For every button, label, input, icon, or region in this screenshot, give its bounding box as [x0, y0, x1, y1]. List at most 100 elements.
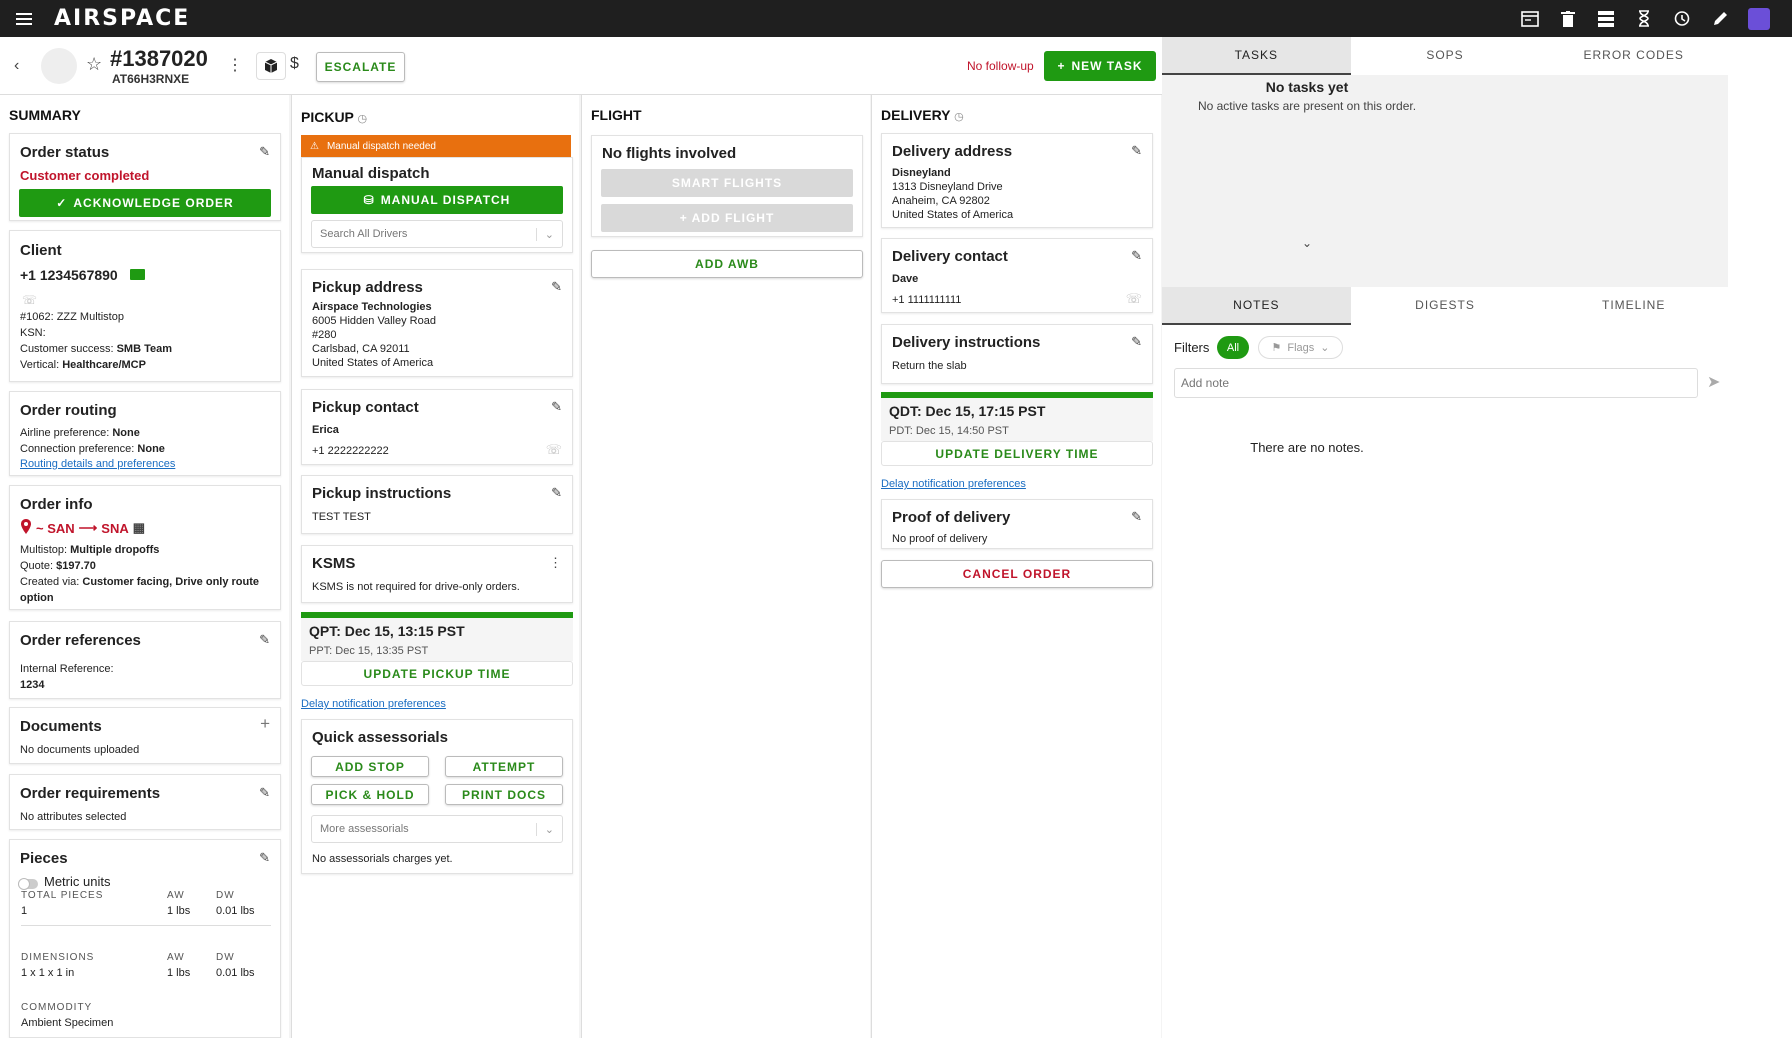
- app-logo[interactable]: AIRSPACE: [54, 6, 190, 31]
- clock-icon[interactable]: ◷: [954, 111, 964, 123]
- documents-card: Documents + No documents uploaded: [9, 707, 281, 764]
- dw-label: DW: [216, 890, 235, 901]
- phone-icon[interactable]: ☏: [1126, 291, 1142, 307]
- star-icon[interactable]: ☆: [86, 54, 102, 75]
- arrow-right-icon: ⟶: [78, 520, 98, 535]
- send-icon[interactable]: ➤: [1707, 372, 1720, 392]
- smart-flights-button[interactable]: SMART FLIGHTS: [601, 169, 853, 197]
- back-icon[interactable]: ‹: [14, 57, 19, 75]
- flags-filter[interactable]: ⚑ Flags ⌄: [1258, 336, 1343, 359]
- delivery-delay-link[interactable]: Delay notification preferences: [881, 477, 1026, 492]
- new-task-label: NEW TASK: [1071, 59, 1143, 73]
- cancel-order-button[interactable]: CANCEL ORDER: [881, 560, 1153, 588]
- update-delivery-time-button[interactable]: UPDATE DELIVERY TIME: [881, 441, 1153, 466]
- pickup-contact-phone[interactable]: +1 2222222222: [312, 444, 389, 459]
- follow-up-status[interactable]: No follow-up: [967, 59, 1034, 73]
- pick-hold-button[interactable]: PICK & HOLD: [311, 784, 429, 805]
- dimensions-label: DIMENSIONS: [21, 952, 95, 963]
- delivery-address-line1: 1313 Disneyland Drive: [892, 181, 1003, 193]
- manual-dispatch-card: Manual dispatch ⛁ MANUAL DISPATCH Search…: [301, 157, 573, 253]
- browser-window-icon[interactable]: [1520, 9, 1539, 28]
- kebab-icon[interactable]: ⋮: [549, 555, 562, 571]
- print-docs-button[interactable]: PRINT DOCS: [445, 784, 563, 805]
- layout-icon[interactable]: [1596, 9, 1615, 28]
- hourglass-icon[interactable]: [1634, 9, 1653, 28]
- tab-error-codes[interactable]: ERROR CODES: [1539, 37, 1728, 75]
- references-title: Order references: [20, 632, 141, 649]
- dollar-icon[interactable]: $: [290, 55, 299, 73]
- delivery-address-title: Delivery address: [892, 143, 1013, 160]
- new-task-button[interactable]: + NEW TASK: [1044, 51, 1156, 81]
- pencil-icon[interactable]: ✎: [551, 399, 562, 415]
- pencil-icon[interactable]: ✎: [551, 279, 562, 295]
- add-note-input[interactable]: [1174, 368, 1698, 398]
- escalate-button[interactable]: ESCALATE: [316, 52, 405, 82]
- pencil-icon[interactable]: ✎: [1131, 334, 1142, 350]
- client-vertical: Vertical: Healthcare/MCP: [20, 358, 146, 373]
- delivery-contact-phone[interactable]: +1 1111111111: [892, 293, 961, 308]
- update-pickup-time-button[interactable]: UPDATE PICKUP TIME: [301, 661, 573, 686]
- more-assessorials-select[interactable]: More assessorials ⌄: [311, 815, 563, 843]
- tab-notes[interactable]: NOTES: [1162, 287, 1351, 325]
- package-icon[interactable]: [256, 52, 286, 80]
- pickup-title: PICKUP ◷: [301, 109, 367, 125]
- pickup-delay-link[interactable]: Delay notification preferences: [301, 697, 446, 712]
- phone-icon[interactable]: ☏: [546, 442, 562, 458]
- dw-value: 0.01 lbs: [216, 905, 255, 917]
- phone-icon[interactable]: ☏: [22, 293, 37, 307]
- history-icon[interactable]: [1672, 9, 1691, 28]
- kebab-icon[interactable]: ⋮: [227, 55, 243, 75]
- metric-units-toggle[interactable]: [18, 878, 38, 890]
- chevron-down-icon[interactable]: ⌄: [1162, 236, 1452, 250]
- client-account-value: #1062: ZZZ Multistop: [20, 311, 124, 323]
- user-avatar[interactable]: [1748, 7, 1770, 30]
- proof-title: Proof of delivery: [892, 509, 1011, 526]
- pencil-icon[interactable]: ✎: [1131, 509, 1142, 525]
- created-via: Created via: Customer facing, Drive only…: [20, 575, 259, 590]
- tab-timeline[interactable]: TIMELINE: [1539, 287, 1728, 325]
- pencil-icon[interactable]: ✎: [259, 632, 270, 648]
- clock-icon[interactable]: ◷: [358, 113, 368, 125]
- pencil-icon[interactable]: [1710, 9, 1729, 28]
- multistop-value: Multiple dropoffs: [70, 544, 160, 556]
- tab-sops[interactable]: SOPS: [1351, 37, 1540, 75]
- pickup-instructions-text: TEST TEST: [312, 511, 371, 523]
- driver-search-placeholder: Search All Drivers: [320, 228, 408, 240]
- driver-search-select[interactable]: Search All Drivers ⌄: [311, 220, 563, 248]
- chevron-down-icon: ⌄: [1320, 342, 1330, 354]
- tab-digests[interactable]: DIGESTS: [1351, 287, 1540, 325]
- pencil-icon[interactable]: ✎: [259, 785, 270, 801]
- pickup-address-title: Pickup address: [312, 279, 423, 296]
- delivery-instructions-text: Return the slab: [892, 360, 967, 372]
- plus-icon[interactable]: +: [260, 714, 270, 734]
- menu-icon[interactable]: [16, 12, 32, 25]
- acknowledge-order-button[interactable]: ✓ ACKNOWLEDGE ORDER: [19, 189, 271, 217]
- routing-details-link[interactable]: Routing details and preferences: [20, 457, 175, 472]
- pencil-icon[interactable]: ✎: [1131, 248, 1142, 264]
- tab-tasks[interactable]: TASKS: [1162, 37, 1351, 75]
- pencil-icon[interactable]: ✎: [1131, 143, 1142, 159]
- flag-icon: ⚑: [1271, 342, 1282, 354]
- quote-value: $197.70: [56, 560, 96, 572]
- pencil-icon[interactable]: ✎: [259, 144, 270, 160]
- pencil-icon[interactable]: ✎: [259, 850, 270, 866]
- order-references-card: Order references ✎ Internal Reference: 1…: [9, 621, 281, 699]
- email-icon[interactable]: [130, 269, 145, 280]
- more-assessorials-placeholder: More assessorials: [320, 823, 409, 835]
- created-label: Created via:: [20, 576, 80, 588]
- client-phone[interactable]: +1 1234567890: [20, 267, 118, 283]
- add-stop-button[interactable]: ADD STOP: [311, 756, 429, 777]
- pencil-icon[interactable]: ✎: [551, 485, 562, 501]
- requirements-title: Order requirements: [20, 785, 161, 802]
- route-summary: ~ SAN ⟶ SNA ▦: [20, 519, 145, 537]
- car-icon: ⛁: [363, 193, 375, 207]
- attempt-button[interactable]: ATTEMPT: [445, 756, 563, 777]
- add-flight-button[interactable]: + ADD FLIGHT: [601, 204, 853, 232]
- manual-dispatch-button[interactable]: ⛁ MANUAL DISPATCH: [311, 186, 563, 214]
- task-tabs: TASKS SOPS ERROR CODES: [1162, 37, 1728, 75]
- add-awb-button[interactable]: ADD AWB: [591, 250, 863, 278]
- filter-all-chip[interactable]: All: [1217, 336, 1249, 359]
- map-icon[interactable]: ▦: [133, 520, 145, 536]
- trash-icon[interactable]: [1558, 9, 1577, 28]
- manual-dispatch-title: Manual dispatch: [312, 165, 430, 182]
